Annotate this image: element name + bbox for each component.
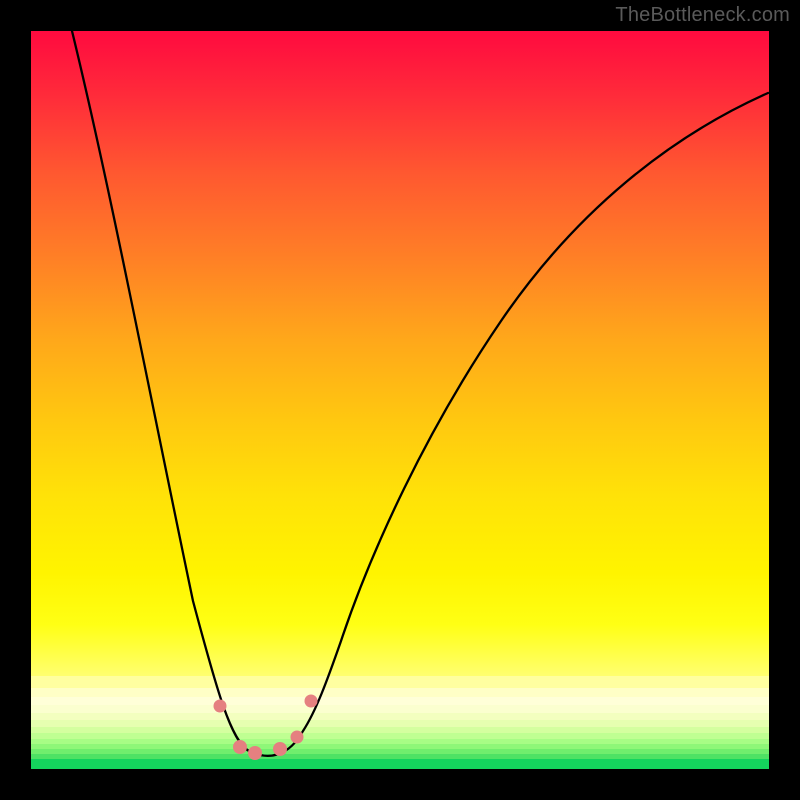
curve-marker [214, 700, 227, 713]
curve-marker [305, 695, 318, 708]
curve-marker [233, 740, 247, 754]
curve-marker [291, 731, 304, 744]
plot-area [31, 31, 769, 769]
curve-markers [214, 695, 318, 761]
curve-marker [248, 746, 262, 760]
bottleneck-curve [72, 31, 768, 756]
chart-frame: TheBottleneck.com [0, 0, 800, 800]
watermark-label: TheBottleneck.com [615, 4, 790, 27]
curve-marker [273, 742, 287, 756]
bottleneck-curve-svg [31, 31, 769, 769]
